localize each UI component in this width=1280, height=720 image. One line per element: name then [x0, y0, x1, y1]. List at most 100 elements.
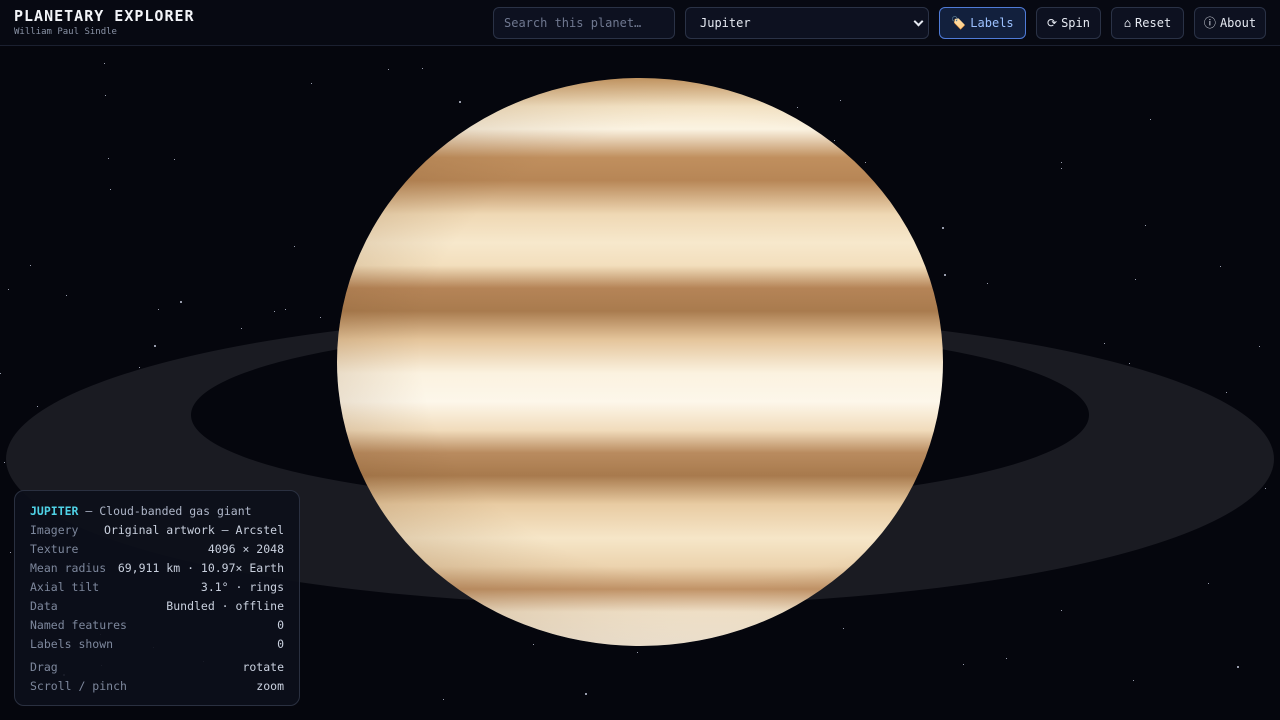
star: [942, 227, 944, 229]
info-value: Bundled · offline: [166, 599, 284, 613]
label-tag-icon: 🏷️: [951, 16, 967, 30]
app-author: William Paul Sindle: [14, 27, 117, 37]
brand: PLANETARY EXPLORER William Paul Sindle: [14, 7, 195, 38]
star: [533, 644, 534, 645]
info-value: 4096 × 2048: [207, 542, 284, 556]
star: [0, 373, 1, 374]
star: [1061, 610, 1062, 611]
star: [840, 100, 841, 101]
spin-icon: ⟳: [1047, 16, 1058, 30]
info-value: 0: [277, 618, 284, 632]
star: [1220, 266, 1221, 267]
planet-shading: [337, 78, 943, 646]
star: [1259, 346, 1260, 347]
star: [174, 159, 175, 160]
star: [66, 295, 67, 296]
planet-globe[interactable]: [337, 78, 943, 646]
star: [865, 162, 866, 163]
info-icon: ⓘ: [1203, 16, 1216, 30]
star: [320, 317, 321, 318]
star: [834, 140, 835, 141]
labels-button-label: Labels: [970, 16, 1014, 30]
star: [30, 265, 31, 266]
info-value: 3.1° · rings: [200, 580, 284, 594]
star: [10, 552, 11, 553]
about-button-label: About: [1219, 16, 1257, 30]
control-value: zoom: [256, 679, 284, 693]
star: [1145, 225, 1146, 226]
reset-button[interactable]: ⌂ Reset: [1111, 7, 1184, 39]
planet-description: — Cloud-banded gas giant: [85, 504, 252, 518]
info-key: Labels shown: [30, 637, 114, 651]
star: [1104, 343, 1105, 344]
star: [158, 309, 159, 310]
info-key: Named features: [30, 618, 127, 632]
control-hint-drag: Drag rotate: [30, 658, 284, 677]
planet-select-value: Jupiter: [700, 16, 751, 30]
star: [4, 462, 5, 463]
spin-button[interactable]: ⟳ Spin: [1036, 7, 1101, 39]
star: [285, 309, 286, 310]
star: [274, 311, 275, 312]
star: [963, 664, 964, 665]
info-row-named-features: Named features 0: [30, 616, 284, 635]
star: [422, 68, 423, 69]
star: [637, 652, 638, 653]
info-row-imagery: Imagery Original artwork — Arcstel: [30, 521, 284, 540]
star: [944, 274, 946, 276]
star: [388, 69, 389, 70]
chevron-down-icon: [913, 16, 924, 27]
star: [1133, 680, 1134, 681]
star: [139, 367, 140, 368]
home-icon: ⌂: [1123, 16, 1132, 30]
star: [241, 328, 242, 329]
info-key: Texture: [30, 542, 79, 556]
info-key: Data: [30, 599, 58, 613]
star: [987, 283, 988, 284]
star: [294, 246, 295, 247]
reset-button-label: Reset: [1135, 16, 1172, 30]
star: [1226, 392, 1227, 393]
star: [311, 83, 312, 84]
star: [1061, 162, 1062, 163]
star: [37, 406, 38, 407]
labels-button[interactable]: 🏷️ Labels: [939, 7, 1026, 39]
control-value: rotate: [242, 660, 284, 674]
info-panel: JUPITER — Cloud-banded gas giant Imagery…: [14, 490, 300, 706]
star: [797, 107, 798, 108]
info-row-mean-radius: Mean radius 69,911 km · 10.97× Earth: [30, 559, 284, 578]
planet-select[interactable]: Jupiter: [685, 7, 929, 39]
top-bar: PLANETARY EXPLORER William Paul Sindle J…: [0, 0, 1280, 46]
star: [1135, 279, 1136, 280]
spin-button-label: Spin: [1061, 16, 1090, 30]
star: [1208, 583, 1209, 584]
info-header: JUPITER — Cloud-banded gas giant: [30, 502, 284, 521]
star: [154, 345, 156, 347]
search-input[interactable]: [493, 7, 675, 39]
info-value: Original artwork — Arcstel: [103, 523, 284, 537]
star: [1150, 119, 1151, 120]
star: [1129, 363, 1130, 364]
star: [1061, 168, 1062, 169]
control-key: Drag: [30, 660, 58, 674]
star: [1006, 658, 1007, 659]
star: [8, 289, 9, 290]
star: [443, 699, 444, 700]
star: [1265, 488, 1266, 489]
star: [1237, 666, 1239, 668]
about-button[interactable]: ⓘ About: [1194, 7, 1266, 39]
info-key: Imagery: [30, 523, 79, 537]
planet-name: JUPITER: [30, 504, 79, 518]
star: [110, 189, 111, 190]
info-row-labels-shown: Labels shown 0: [30, 635, 284, 654]
star: [459, 101, 461, 103]
info-value: 69,911 km · 10.97× Earth: [117, 561, 284, 575]
info-row-texture: Texture 4096 × 2048: [30, 540, 284, 559]
control-hint-scroll: Scroll / pinch zoom: [30, 677, 284, 696]
star: [180, 301, 182, 303]
info-key: Axial tilt: [30, 580, 100, 594]
info-row-data: Data Bundled · offline: [30, 597, 284, 616]
star: [108, 158, 109, 159]
star: [105, 95, 106, 96]
star: [843, 628, 844, 629]
